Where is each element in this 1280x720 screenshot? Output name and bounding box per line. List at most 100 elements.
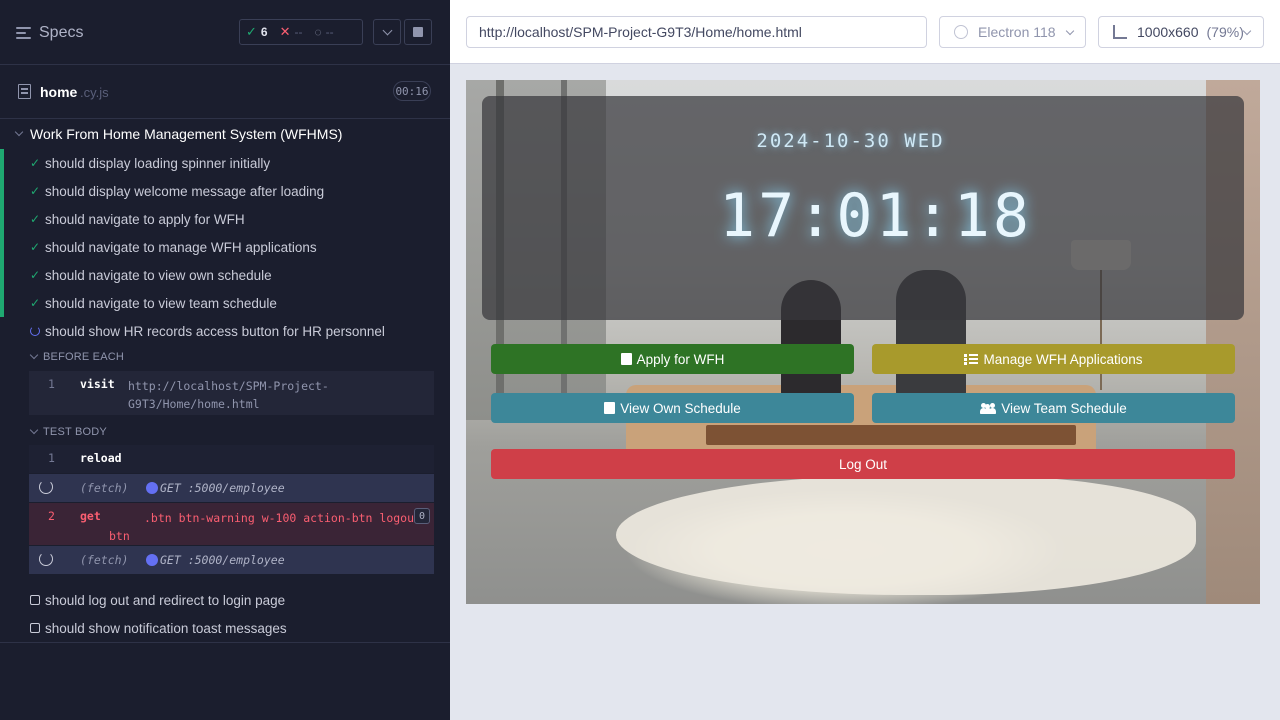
- runner-panel: Specs ✓ 6 ✕ -- ◌ -- home .cy.js 00:16 Wo…: [0, 0, 450, 720]
- suite-title[interactable]: Work From Home Management System (WFHMS): [14, 125, 343, 143]
- test-item[interactable]: ✓ should navigate to apply for WFH: [0, 205, 450, 233]
- test-label: should log out and redirect to login pag…: [45, 592, 286, 608]
- list-check-icon: [964, 353, 979, 365]
- pending-count: --: [325, 25, 334, 39]
- test-label: should navigate to apply for WFH: [45, 211, 245, 227]
- test-item-pending[interactable]: should show notification toast messages: [0, 614, 450, 642]
- test-item-pending[interactable]: should log out and redirect to login pag…: [0, 586, 450, 614]
- command-number: 2: [48, 509, 55, 523]
- chevron-down-icon: [29, 350, 39, 360]
- check-icon: ✓: [246, 24, 257, 39]
- document-icon: [18, 84, 31, 99]
- failed-count: --: [294, 25, 303, 39]
- test-item[interactable]: ✓ should display loading spinner initial…: [0, 149, 450, 177]
- command-visit[interactable]: 1 visit http://localhost/SPM-Project-G9T…: [29, 371, 434, 415]
- command-name: visit: [80, 377, 115, 391]
- apply-wfh-button[interactable]: Apply for WFH: [491, 344, 854, 374]
- test-body-header[interactable]: TEST BODY: [29, 425, 107, 438]
- logout-button[interactable]: Log Out: [491, 449, 1235, 479]
- toggle-auto-scroll-button[interactable]: [373, 19, 401, 45]
- view-own-schedule-button[interactable]: View Own Schedule: [491, 393, 854, 423]
- test-item[interactable]: ✓ should navigate to manage WFH applicat…: [0, 233, 450, 261]
- viewport-scale: (79%): [1206, 24, 1244, 40]
- specs-toggle-button[interactable]: Specs: [16, 23, 96, 43]
- specs-header: Specs ✓ 6 ✕ -- ◌ --: [0, 0, 450, 65]
- specs-label: Specs: [39, 24, 84, 41]
- status-dot-icon: [146, 554, 158, 566]
- command-number: 1: [48, 451, 55, 465]
- divider: [0, 642, 450, 643]
- test-stats: ✓ 6 ✕ -- ◌ --: [239, 19, 363, 45]
- test-label: should show HR records access button for…: [45, 323, 385, 339]
- stop-icon: [413, 27, 423, 37]
- button-label: Log Out: [838, 456, 888, 472]
- command-message: http://localhost/SPM-Project-G9T3/Home/h…: [128, 379, 329, 411]
- ruler-icon: [1113, 25, 1127, 39]
- command-message: GET :5000/employee: [160, 481, 285, 495]
- clock-time: 17:01:18: [719, 181, 1032, 251]
- test-item-running[interactable]: should show HR records access button for…: [0, 317, 450, 345]
- command-type: (fetch): [80, 481, 129, 495]
- clock-date: 2024-10-30 WED: [756, 130, 945, 152]
- pending-icon: ◌: [314, 25, 322, 39]
- menu-icon: [16, 27, 31, 39]
- test-label: should display loading spinner initially: [45, 155, 271, 171]
- test-item[interactable]: ✓ should navigate to view team schedule: [0, 289, 450, 317]
- command-name: reload: [80, 451, 122, 465]
- command-type: (fetch): [80, 553, 129, 567]
- button-label: View Team Schedule: [1001, 400, 1127, 416]
- spinner-icon: [30, 326, 40, 336]
- check-icon: ✓: [30, 268, 41, 282]
- test-body-label: TEST BODY: [43, 426, 107, 438]
- passed-count: 6: [260, 25, 268, 39]
- clock-panel: 2024-10-30 WED 17:01:18: [482, 96, 1244, 320]
- spec-file-ext: .cy.js: [80, 85, 109, 100]
- before-each-header[interactable]: BEFORE EACH: [29, 350, 125, 363]
- command-message: .btn btn-warning w-100 action-btn logout…: [109, 511, 428, 543]
- stop-button[interactable]: [404, 19, 432, 45]
- spec-file-row: home .cy.js 00:16: [0, 66, 450, 119]
- calendar-icon: [604, 402, 616, 414]
- test-label: should show notification toast messages: [45, 620, 287, 636]
- browser-name: Electron 118: [978, 24, 1056, 40]
- command-name: get: [80, 509, 101, 523]
- test-label: should navigate to view own schedule: [45, 267, 272, 283]
- chevron-down-icon: [382, 25, 392, 35]
- spec-file-name[interactable]: home: [40, 84, 77, 100]
- x-icon: ✕: [279, 24, 291, 39]
- checkbox-icon: [30, 623, 40, 633]
- suite-title-label: Work From Home Management System (WFHMS): [30, 126, 343, 142]
- aut-topbar: http://localhost/SPM-Project-G9T3/Home/h…: [450, 0, 1280, 64]
- url-field[interactable]: http://localhost/SPM-Project-G9T3/Home/h…: [466, 16, 927, 48]
- status-dot-icon: [146, 482, 158, 494]
- test-label: should navigate to view team schedule: [45, 295, 277, 311]
- command-fetch[interactable]: (fetch) GET :5000/employee: [29, 474, 434, 502]
- command-reload[interactable]: 1 reload: [29, 445, 434, 473]
- command-fetch[interactable]: (fetch) GET :5000/employee: [29, 546, 434, 574]
- element-count-badge: 0: [414, 508, 430, 524]
- test-item[interactable]: ✓ should navigate to view own schedule: [0, 261, 450, 289]
- browser-selector[interactable]: Electron 118: [939, 16, 1086, 48]
- manage-wfh-button[interactable]: Manage WFH Applications: [872, 344, 1235, 374]
- check-icon: ✓: [30, 240, 41, 254]
- check-icon: ✓: [30, 156, 41, 170]
- command-message: GET :5000/employee: [160, 553, 285, 567]
- calendar-plus-icon: [620, 353, 632, 365]
- chevron-down-icon: [1065, 26, 1075, 36]
- before-each-label: BEFORE EACH: [43, 351, 125, 363]
- viewport-selector[interactable]: 1000x660 (79%): [1098, 16, 1264, 48]
- command-number: 1: [48, 377, 55, 391]
- command-get-failed[interactable]: 2 get .btn btn-warning w-100 action-btn …: [29, 503, 434, 545]
- test-label: should display welcome message after loa…: [45, 183, 325, 199]
- check-icon: ✓: [30, 296, 41, 310]
- users-icon: [980, 402, 997, 414]
- electron-icon: [954, 25, 968, 39]
- check-icon: ✓: [30, 212, 41, 226]
- chevron-down-icon: [1242, 26, 1252, 36]
- chevron-down-icon: [29, 425, 39, 435]
- button-label: View Own Schedule: [620, 400, 741, 416]
- button-label: Manage WFH Applications: [983, 351, 1143, 367]
- view-team-schedule-button[interactable]: View Team Schedule: [872, 393, 1235, 423]
- viewport-size: 1000x660: [1137, 24, 1199, 40]
- test-item[interactable]: ✓ should display welcome message after l…: [0, 177, 450, 205]
